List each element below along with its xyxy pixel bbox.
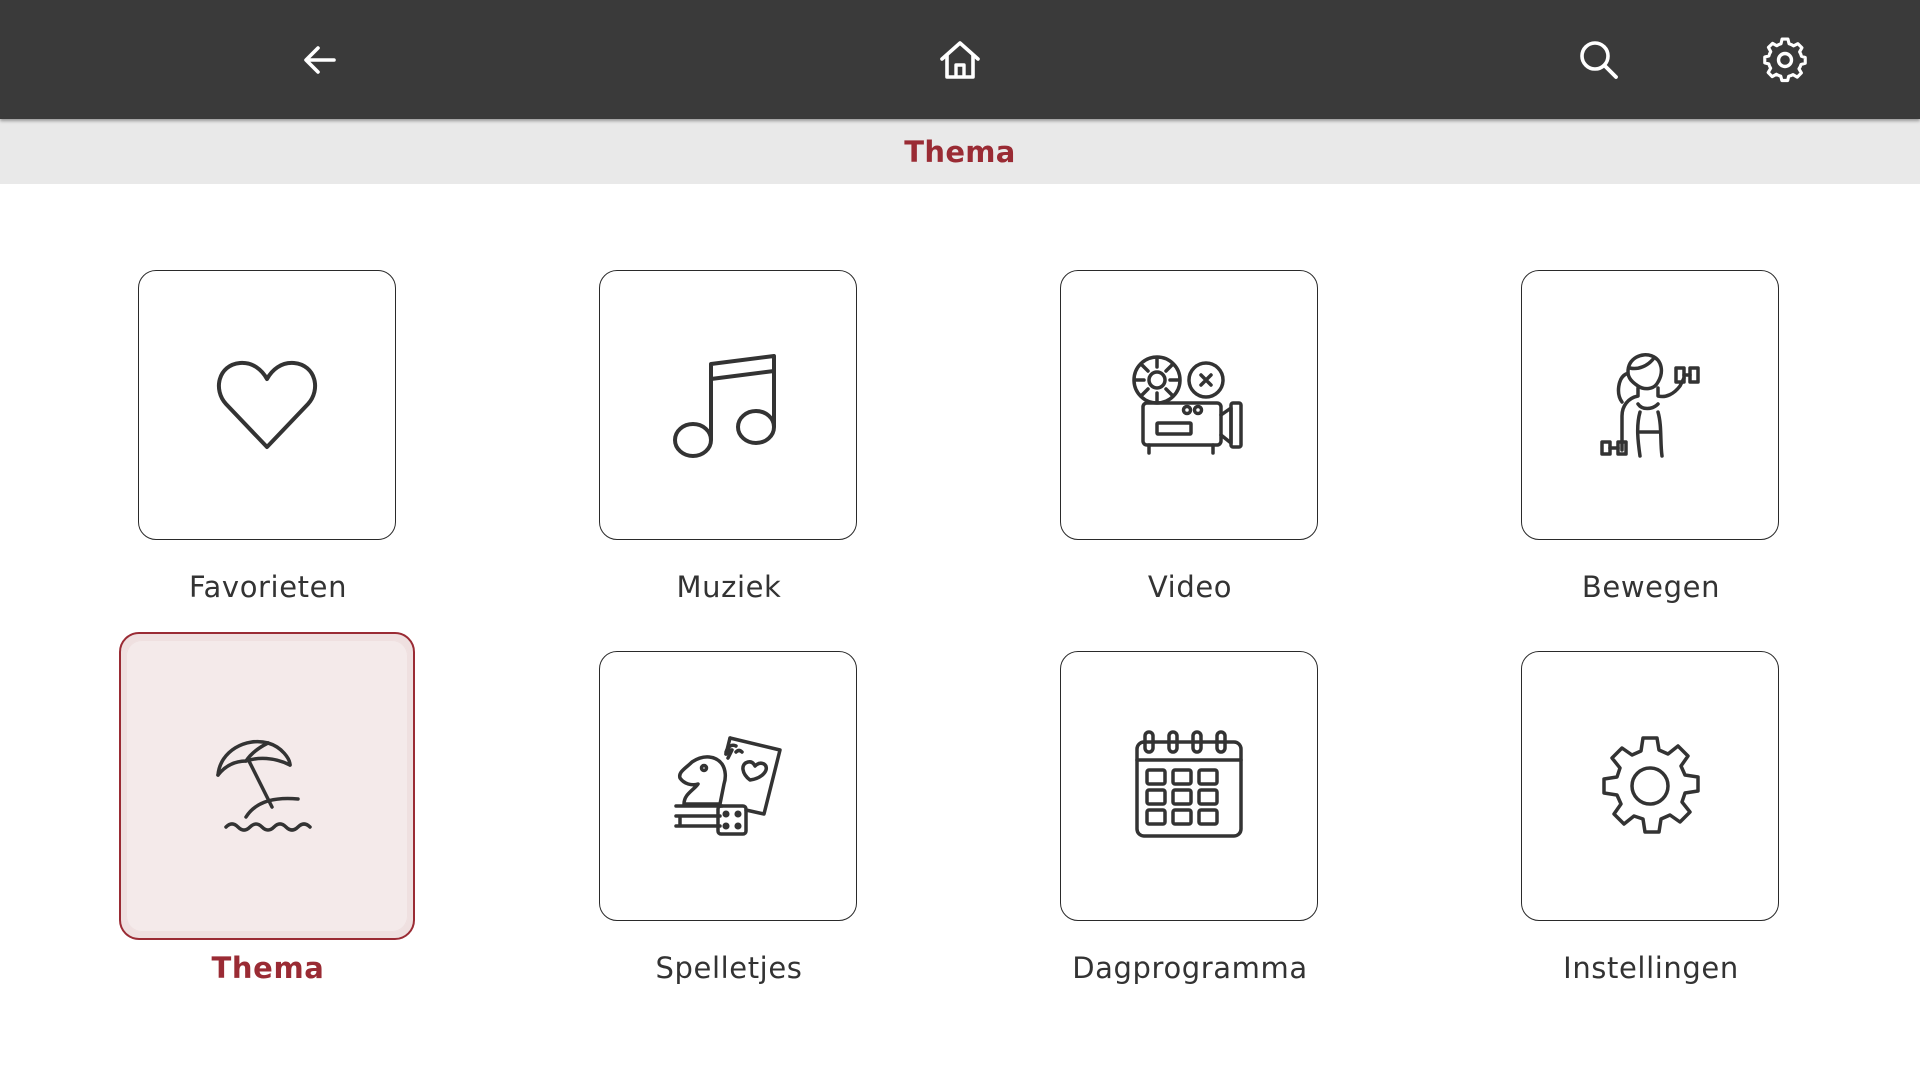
tile-label: Muziek xyxy=(676,570,782,604)
settings-button[interactable] xyxy=(1755,30,1815,90)
tile-card xyxy=(599,270,857,540)
tile-label: Favorieten xyxy=(188,570,348,604)
tile-bewegen[interactable]: Bewegen xyxy=(1521,270,1781,604)
tile-video[interactable]: Video xyxy=(1060,270,1320,604)
calendar-icon xyxy=(1135,730,1243,838)
search-button[interactable] xyxy=(1569,30,1629,90)
tile-card xyxy=(599,651,857,921)
gear-icon xyxy=(1602,736,1700,834)
film-projector-icon xyxy=(1132,355,1243,455)
page-title-bar: Thema xyxy=(0,119,1920,184)
tile-label: Instellingen xyxy=(1563,951,1739,985)
tile-card xyxy=(1060,651,1318,921)
tile-card-selected xyxy=(119,632,415,940)
beach-umbrella-icon xyxy=(216,739,312,832)
tile-label: Spelletjes xyxy=(655,951,803,985)
tile-label: Dagprogramma xyxy=(1072,951,1308,985)
tile-muziek[interactable]: Muziek xyxy=(599,270,859,604)
tile-spelletjes[interactable]: Spelletjes xyxy=(599,651,859,985)
games-icon xyxy=(674,736,782,836)
page-title: Thema xyxy=(904,134,1016,169)
gear-icon xyxy=(1763,37,1807,83)
home-button[interactable] xyxy=(930,30,990,90)
tile-card xyxy=(1521,651,1779,921)
heart-icon xyxy=(216,360,318,449)
tile-card xyxy=(1521,270,1779,540)
tile-thema[interactable]: Thema xyxy=(119,632,415,985)
tile-favorieten[interactable]: Favorieten xyxy=(138,270,398,604)
back-button[interactable] xyxy=(290,30,350,90)
top-navigation-bar xyxy=(0,0,1920,119)
tile-label: Thema xyxy=(211,951,325,985)
home-icon xyxy=(940,41,980,79)
tile-dagprogramma[interactable]: Dagprogramma xyxy=(1060,651,1320,985)
arrow-left-icon xyxy=(304,46,336,74)
tile-card xyxy=(126,640,408,932)
tile-card xyxy=(1060,270,1318,540)
fitness-woman-icon xyxy=(1600,353,1700,458)
search-icon xyxy=(1580,41,1618,79)
tile-label: Bewegen xyxy=(1581,570,1721,604)
tile-label: Video xyxy=(1147,570,1233,604)
music-note-icon xyxy=(673,354,776,458)
tile-instellingen[interactable]: Instellingen xyxy=(1521,651,1781,985)
tile-card xyxy=(138,270,396,540)
